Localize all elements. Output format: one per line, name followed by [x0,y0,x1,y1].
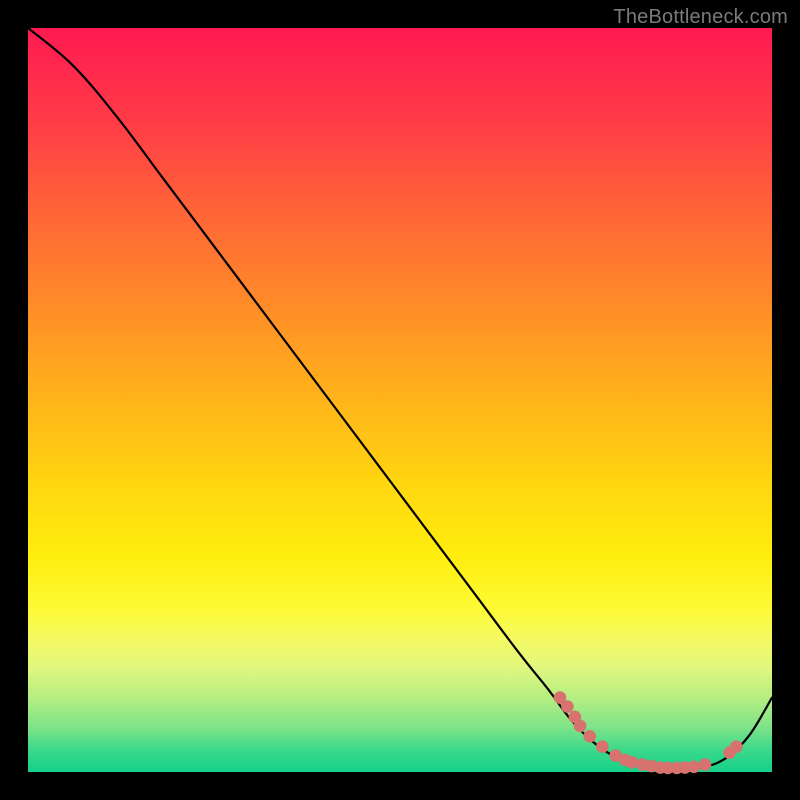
curve-marker [574,720,587,733]
curve-marker [583,730,596,743]
chart-frame: TheBottleneck.com [0,0,800,800]
curve-marker [699,758,712,771]
bottleneck-curve [28,28,772,769]
curve-marker [561,700,574,713]
curve-marker [688,760,701,773]
curve-marker [730,740,743,753]
curve-marker [596,740,609,753]
watermark-text: TheBottleneck.com [613,6,788,29]
plot-area [28,28,772,772]
chart-svg [28,28,772,772]
curve-marker [626,756,639,769]
